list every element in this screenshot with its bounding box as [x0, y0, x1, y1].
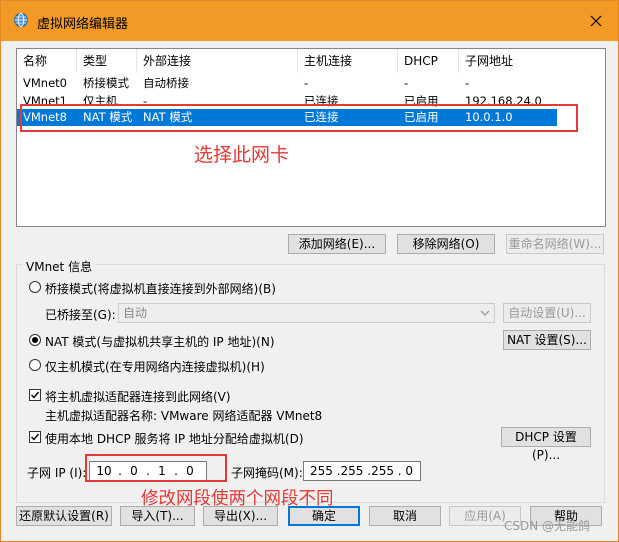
column-header-host[interactable]: 主机连接 — [298, 49, 398, 73]
column-header-subnet[interactable]: 子网地址 — [459, 49, 605, 73]
checkmark-icon — [31, 433, 40, 441]
cell-external: - — [143, 94, 148, 108]
vmnet-info-title: VMnet 信息 — [23, 258, 96, 275]
remove-network-button[interactable]: 移除网络(O) — [397, 234, 495, 254]
table-row-selected[interactable]: VMnet8 NAT 模式 NAT 模式 已连接 已启用 10.0.1.0 — [17, 109, 557, 126]
subnet-ip-octet-1[interactable]: 10 — [90, 462, 118, 480]
connect-adapter-checkbox[interactable] — [29, 389, 41, 401]
table-row[interactable]: VMnet1 仅主机 - 已连接 已启用 192.168.24.0 — [17, 93, 557, 110]
checkmark-icon — [31, 391, 40, 399]
cell-host: 已连接 — [304, 94, 339, 108]
close-icon — [590, 15, 602, 27]
csdn-watermark: CSDN @无能鸽 — [504, 519, 591, 533]
list-header: 名称 类型 外部连接 主机连接 DHCP 子网地址 — [17, 49, 605, 73]
cell-name: VMnet1 — [23, 94, 67, 108]
close-button[interactable] — [574, 1, 618, 41]
host-only-label[interactable]: 仅主机模式(在专用网络内连接虚拟机)(H) — [45, 358, 265, 375]
ok-button[interactable]: 确定 — [288, 506, 360, 526]
subnet-ip-label: 子网 IP (I): — [27, 466, 87, 480]
cell-dhcp: 已启用 — [404, 94, 439, 108]
cell-name: VMnet0 — [23, 76, 67, 90]
cell-dhcp: - — [404, 76, 409, 90]
column-header-external[interactable]: 外部连接 — [137, 49, 298, 73]
adapter-name-text: 主机虚拟适配器名称: VMware 网络适配器 VMnet8 — [45, 409, 323, 423]
connect-adapter-label[interactable]: 将主机虚拟适配器连接到此网络(V) — [45, 388, 231, 405]
use-dhcp-checkbox[interactable] — [29, 431, 41, 443]
subnet-mask-label: 子网掩码(M): — [231, 466, 303, 480]
column-header-name[interactable]: 名称 — [17, 49, 77, 73]
nat-settings-button[interactable]: NAT 设置(S)... — [503, 330, 591, 350]
auto-settings-button[interactable]: 自动设置(U)... — [503, 303, 591, 323]
cell-external: 自动桥接 — [143, 76, 189, 90]
cell-subnet: - — [465, 76, 470, 90]
cell-dhcp: 已启用 — [404, 110, 439, 124]
bridge-mode-label[interactable]: 桥接模式(将虚拟机直接连接到外部网络)(B) — [45, 280, 276, 297]
restore-defaults-button[interactable]: 还原默认设置(R) — [16, 506, 112, 526]
host-only-radio[interactable] — [29, 359, 41, 371]
virtual-network-editor-window: 虚拟网络编辑器 名称 类型 外部连接 主机连接 DHCP 子网地址 VMnet0… — [0, 0, 619, 542]
title-bar: 虚拟网络编辑器 — [1, 1, 618, 41]
window-title: 虚拟网络编辑器 — [37, 17, 129, 32]
cancel-button[interactable]: 取消 — [369, 506, 441, 526]
use-dhcp-label[interactable]: 使用本地 DHCP 服务将 IP 地址分配给虚拟机(D) — [45, 430, 304, 447]
subnet-mask-input[interactable]: 255 .255 .255 . 0 — [303, 461, 421, 481]
cell-type: NAT 模式 — [83, 110, 133, 124]
bridged-to-label: 已桥接至(G): — [45, 308, 116, 322]
nat-mode-label[interactable]: NAT 模式(与虚拟机共享主机的 IP 地址)(N) — [45, 333, 275, 350]
nat-mode-radio[interactable] — [29, 334, 41, 346]
bridge-mode-radio[interactable] — [29, 281, 41, 293]
cell-host: - — [304, 76, 309, 90]
bridged-to-select[interactable]: 自动 — [118, 303, 495, 323]
cell-subnet: 192.168.24.0 — [465, 94, 542, 108]
import-button[interactable]: 导入(T)... — [120, 506, 195, 526]
dhcp-settings-button[interactable]: DHCP 设置(P)... — [501, 427, 591, 462]
add-network-button[interactable]: 添加网络(E)... — [288, 234, 386, 254]
annotation-select-nic: 选择此网卡 — [194, 144, 290, 166]
cell-type: 桥接模式 — [83, 76, 129, 90]
cell-external: NAT 模式 — [143, 110, 193, 124]
chevron-down-icon — [480, 310, 490, 316]
column-header-dhcp[interactable]: DHCP — [398, 49, 459, 73]
cell-type: 仅主机 — [83, 94, 118, 108]
cell-name: VMnet8 — [23, 110, 67, 124]
table-row[interactable]: VMnet0 桥接模式 自动桥接 - - - — [17, 75, 557, 92]
dialog-content: 名称 类型 外部连接 主机连接 DHCP 子网地址 VMnet0 桥接模式 自动… — [1, 41, 618, 541]
network-list[interactable]: 名称 类型 外部连接 主机连接 DHCP 子网地址 VMnet0 桥接模式 自动… — [16, 48, 606, 227]
bridged-to-value: 自动 — [123, 306, 148, 320]
cell-subnet: 10.0.1.0 — [465, 110, 513, 124]
export-button[interactable]: 导出(X)... — [203, 506, 278, 526]
network-globe-icon — [14, 13, 28, 27]
rename-network-button[interactable]: 重命名网络(W)... — [506, 234, 604, 254]
subnet-ip-input[interactable]: 10 . 0 . 1 . 0 — [89, 461, 207, 481]
cell-host: 已连接 — [304, 110, 339, 124]
column-header-type[interactable]: 类型 — [77, 49, 137, 73]
subnet-ip-octet-4[interactable]: 0 — [176, 462, 204, 480]
